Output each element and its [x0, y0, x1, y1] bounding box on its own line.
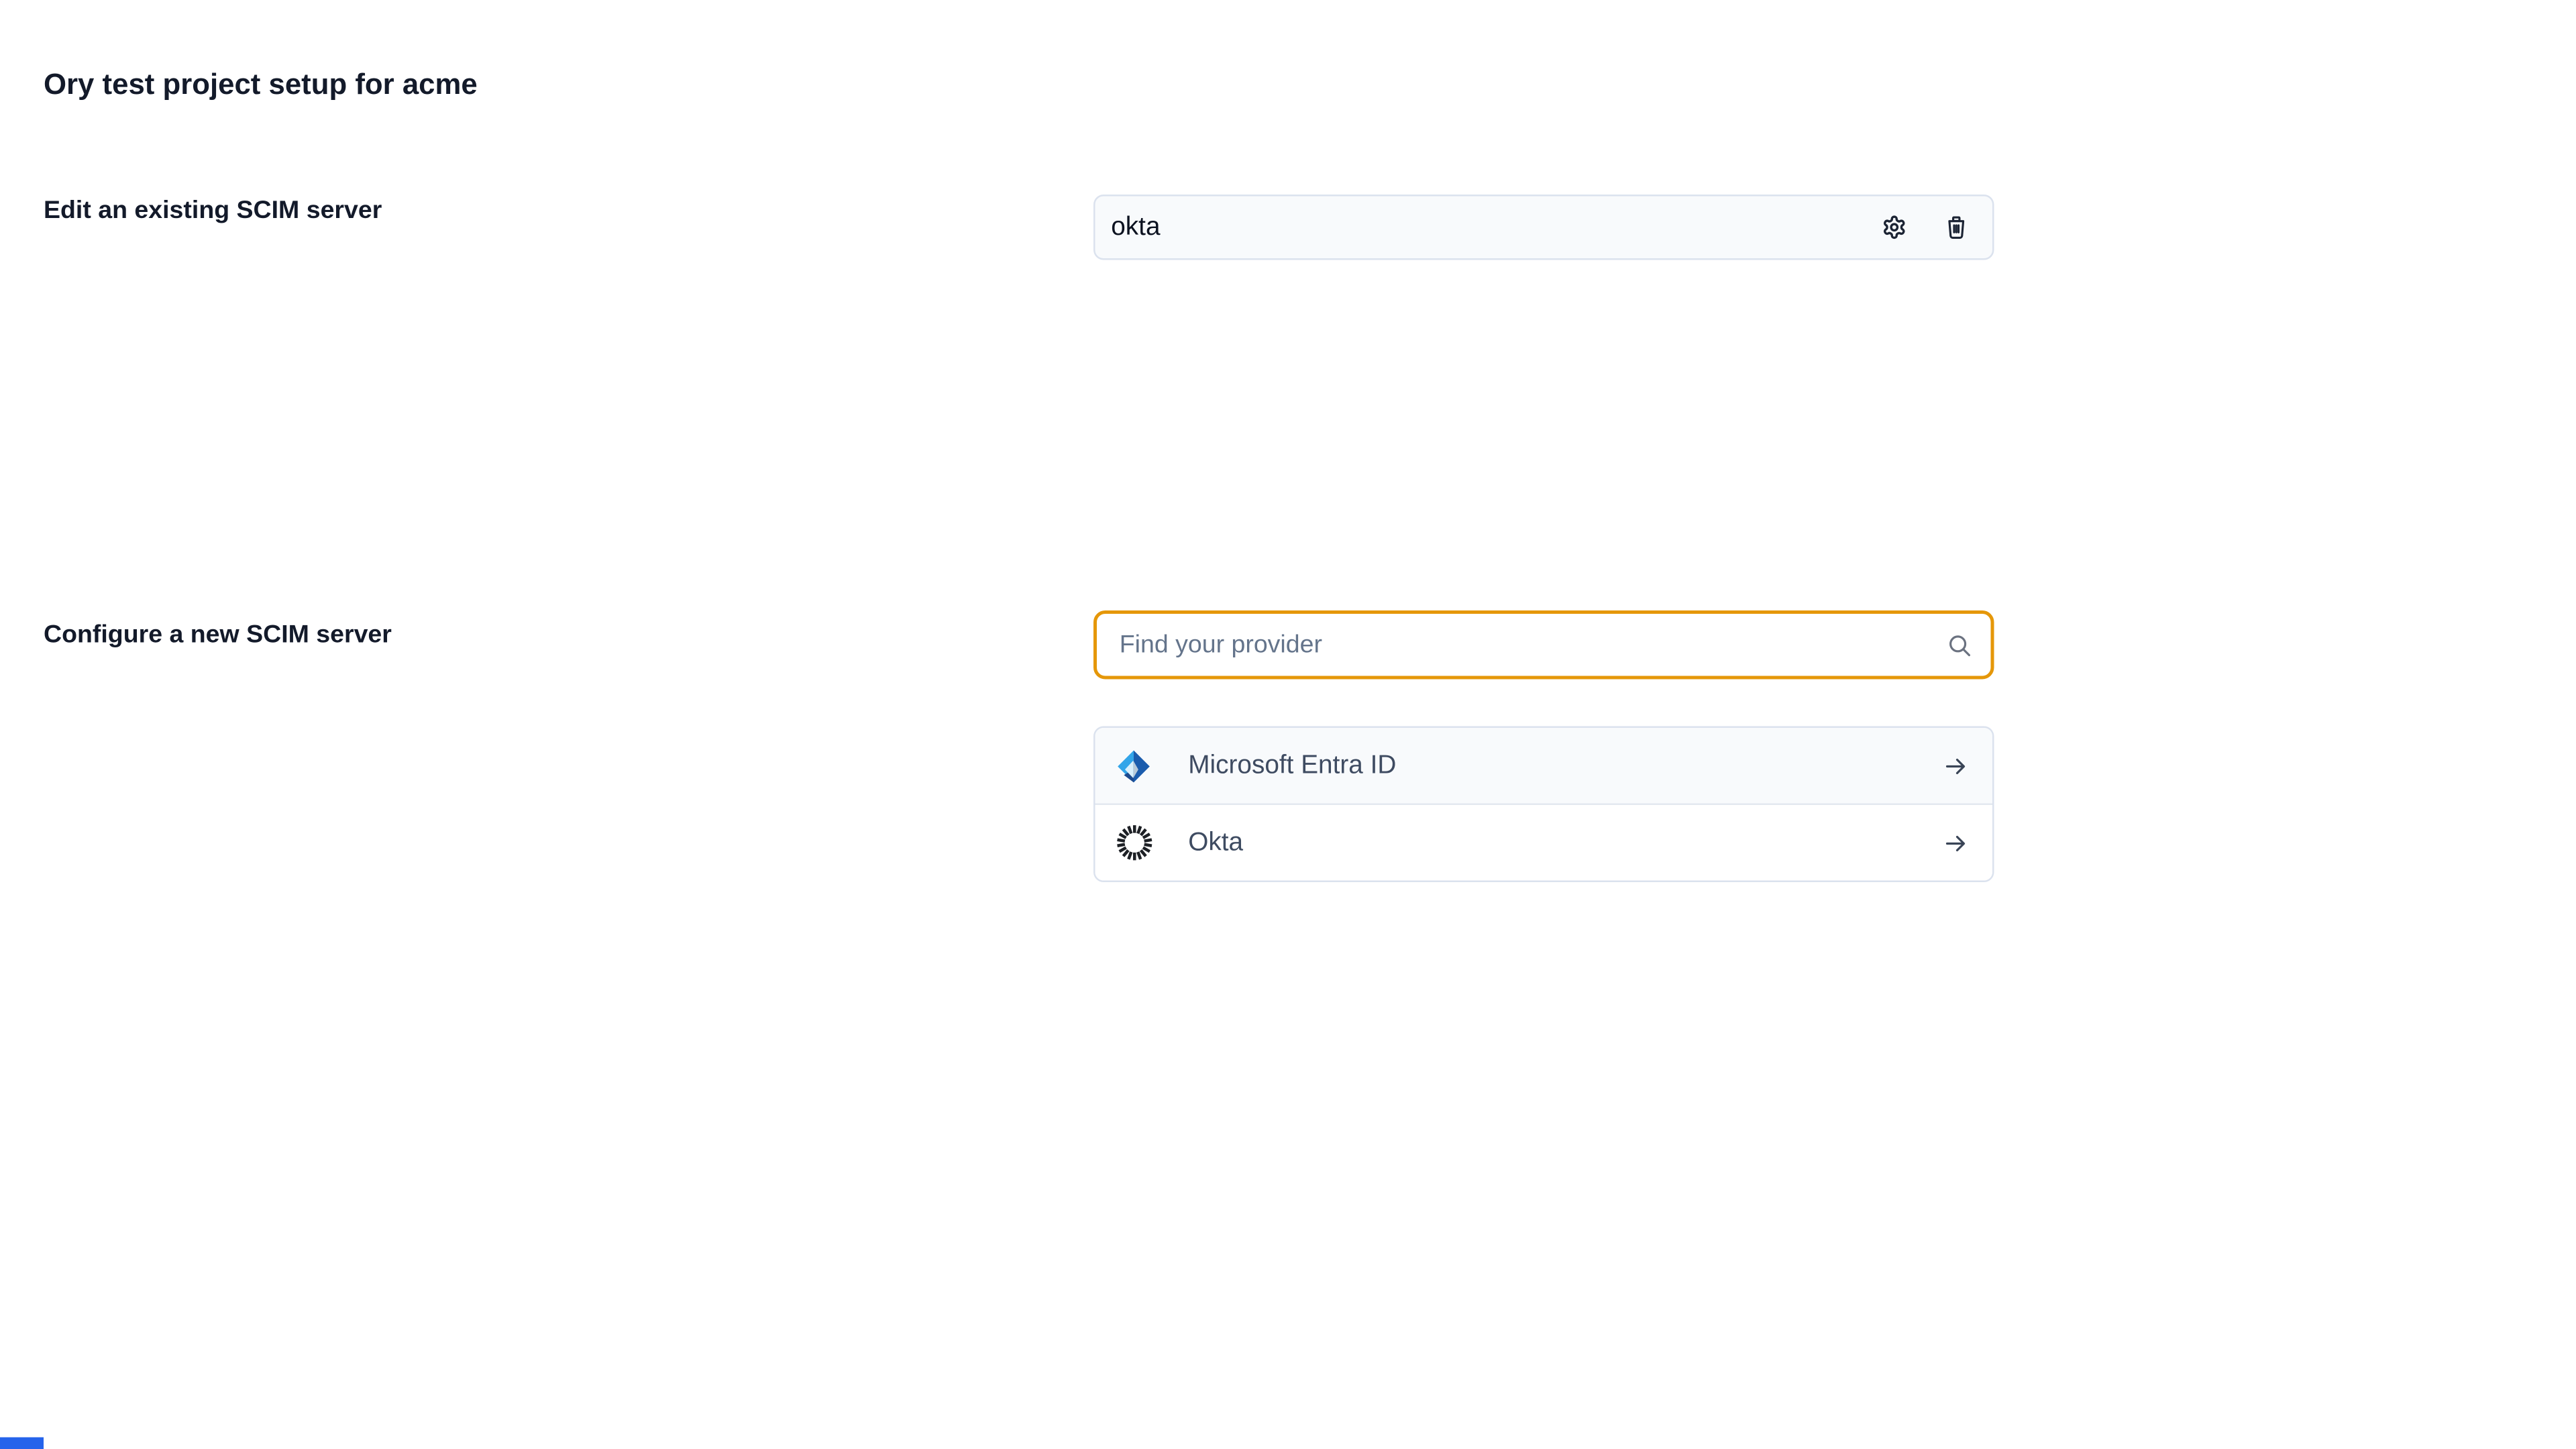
- server-card-actions: [1882, 215, 1992, 240]
- section-heading-configure-new-scim: Configure a new SCIM server: [44, 621, 392, 651]
- page-title: Ory test project setup for acme: [44, 67, 478, 103]
- microsoft-entra-id-logo-icon: [1114, 747, 1153, 786]
- trash-icon: [1944, 215, 1970, 240]
- provider-search-input[interactable]: [1093, 610, 1994, 680]
- bottom-left-accent-bar: [0, 1436, 44, 1449]
- provider-row-microsoft-entra-id[interactable]: Microsoft Entra ID: [1094, 728, 1992, 805]
- okta-logo-icon: [1114, 824, 1153, 863]
- gear-icon: [1882, 215, 1907, 240]
- arrow-right-icon: [1942, 752, 1969, 779]
- section-heading-edit-existing-scim: Edit an existing SCIM server: [44, 197, 382, 227]
- existing-scim-server-card[interactable]: okta: [1093, 195, 1994, 260]
- page: Ory test project setup for acme Edit an …: [0, 0, 2576, 1449]
- provider-search: [1093, 610, 1994, 680]
- provider-label: Okta: [1188, 828, 1942, 858]
- arrow-right-icon: [1942, 829, 1969, 856]
- configure-server-button[interactable]: [1882, 215, 1907, 240]
- provider-label: Microsoft Entra ID: [1188, 751, 1942, 781]
- search-icon: [1945, 631, 1974, 659]
- provider-list: Microsoft Entra ID: [1093, 727, 1994, 883]
- provider-row-okta[interactable]: Okta: [1094, 805, 1992, 881]
- delete-server-button[interactable]: [1944, 215, 1970, 240]
- scim-server-name: okta: [1094, 212, 1882, 242]
